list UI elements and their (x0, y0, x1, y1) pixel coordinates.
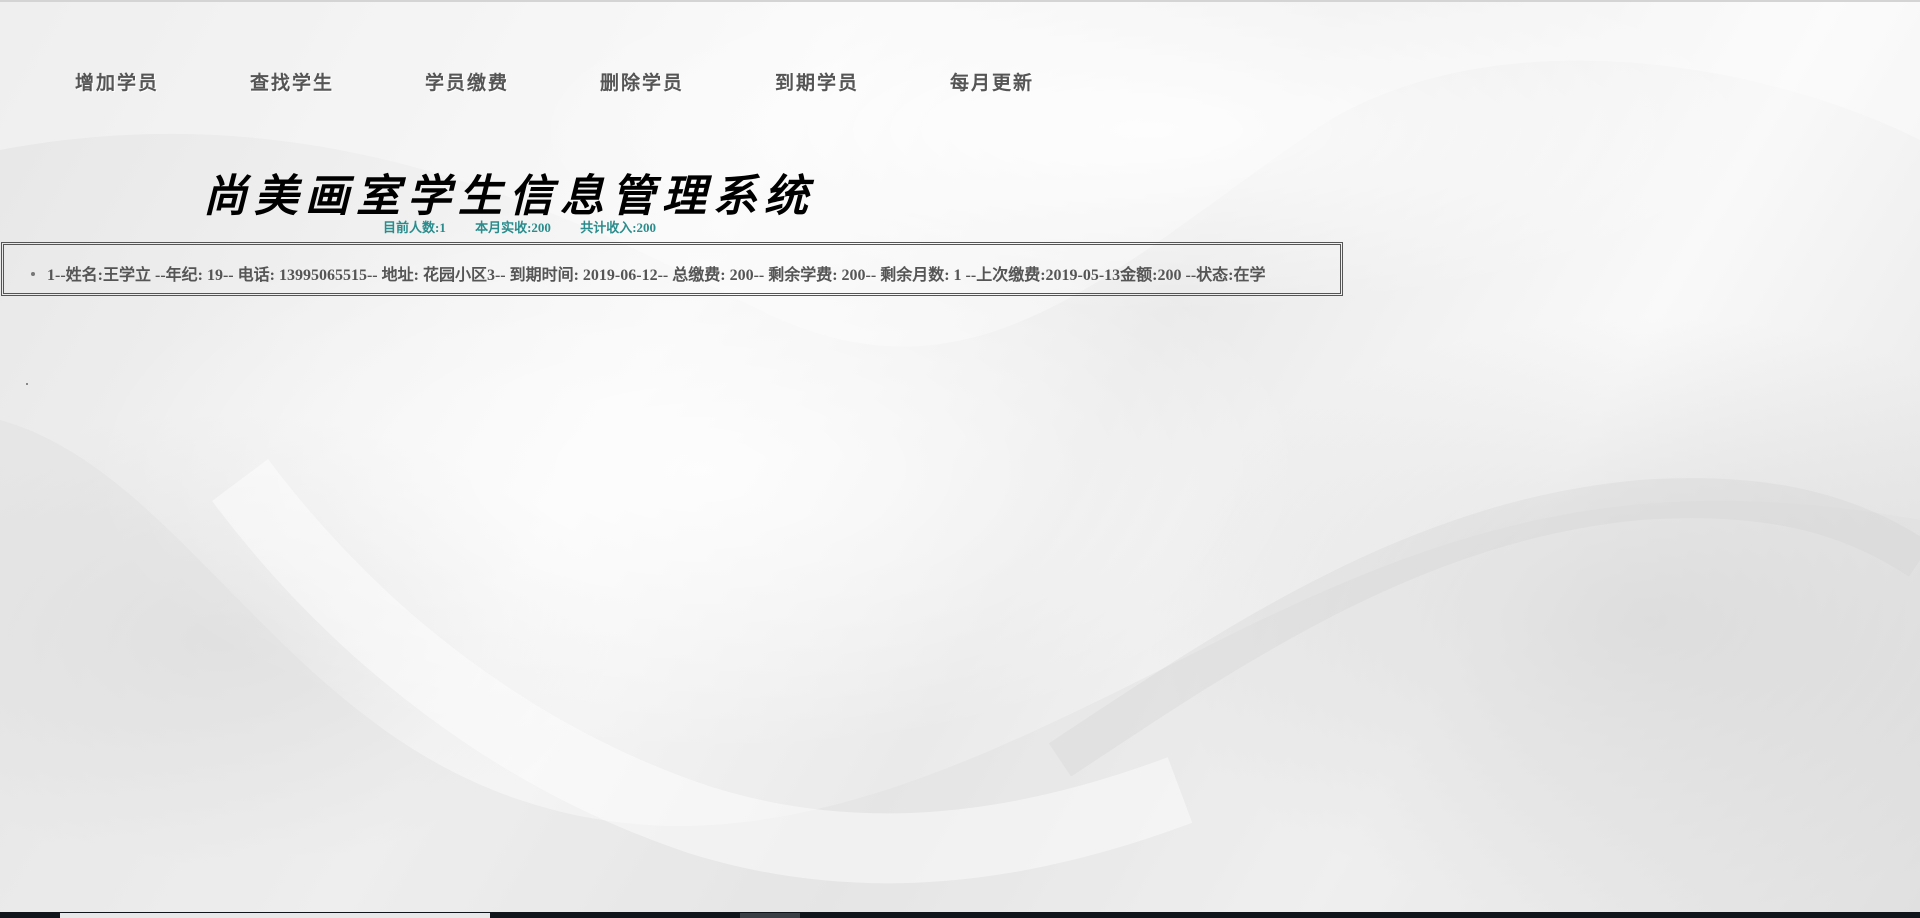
top-border-line (0, 0, 1920, 2)
bullet-icon (31, 272, 35, 277)
nav-payment-link[interactable]: 学员缴费 (425, 68, 600, 96)
month-income-stat: 本月实收:200 (475, 220, 551, 235)
nav-delete-student-link[interactable]: 删除学员 (600, 68, 775, 96)
top-navigation: 增加学员 查找学生 学员缴费 删除学员 到期学员 每月更新 (75, 68, 1125, 96)
nav-expired-students-link[interactable]: 到期学员 (775, 68, 950, 96)
nav-add-student-link[interactable]: 增加学员 (75, 68, 250, 96)
stats-summary: 目前人数:1 本月实收:200 共计收入:200 (383, 217, 682, 236)
bottom-bar-light-segment (60, 913, 490, 918)
list-item: 1--姓名:王学立 --年纪: 19-- 电话: 13995065515-- 地… (31, 261, 1266, 285)
student-record-text: 1--姓名:王学立 --年纪: 19-- 电话: 13995065515-- 地… (47, 267, 1266, 284)
silk-background (0, 0, 1920, 918)
total-income-stat: 共计收入:200 (580, 220, 657, 235)
page-title: 尚美画室学生信息管理系统 (203, 171, 815, 222)
current-count-stat: 目前人数:1 (383, 220, 446, 235)
nav-monthly-update-link[interactable]: 每月更新 (950, 68, 1125, 96)
decorative-dot (26, 383, 28, 385)
student-records-box: 1--姓名:王学立 --年纪: 19-- 电话: 13995065515-- 地… (1, 242, 1343, 296)
nav-search-student-link[interactable]: 查找学生 (250, 68, 425, 96)
bottom-taskbar-edge (0, 912, 1920, 918)
bottom-bar-mid-segment (740, 913, 800, 918)
